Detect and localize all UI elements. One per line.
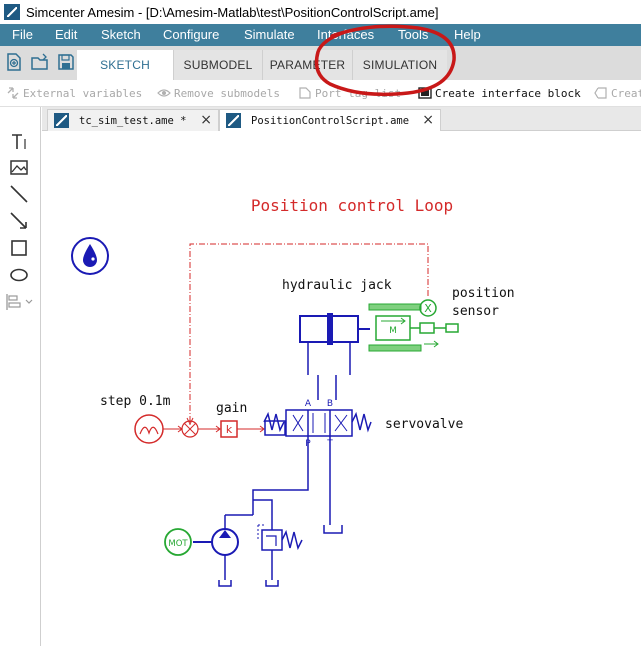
- port-b-label: B: [327, 399, 333, 409]
- menu-file[interactable]: File: [12, 27, 33, 42]
- gain-symbol: k: [226, 423, 233, 436]
- ribbon-tab-row: SKETCH SUBMODEL PARAMETER SIMULATION: [0, 46, 641, 80]
- tab-sketch[interactable]: SKETCH: [77, 50, 173, 80]
- menu-simulate[interactable]: Simulate: [244, 27, 295, 42]
- window-title: Simcenter Amesim - [D:\Amesim-Matlab\tes…: [26, 4, 439, 20]
- sketch-canvas[interactable]: Position control Loop hydraulic jack pos…: [42, 131, 641, 646]
- menu-sketch[interactable]: Sketch: [101, 27, 141, 42]
- arrow-tool-icon[interactable]: [8, 210, 30, 232]
- tab-submodel[interactable]: SUBMODEL: [173, 50, 262, 80]
- document-tab-position-control[interactable]: PositionControlScript.ame ×: [219, 109, 441, 131]
- create-label: Creat: [611, 86, 641, 100]
- position-sensor-label-line1: position: [452, 286, 515, 301]
- external-variables-label: External variables: [23, 86, 143, 100]
- hydraulic-fluid-properties-icon[interactable]: [71, 237, 109, 275]
- sensor-symbol: X: [424, 302, 432, 315]
- new-file-icon[interactable]: [5, 52, 23, 72]
- step-label: step 0.1m: [100, 394, 171, 409]
- align-tool-icon[interactable]: [4, 291, 34, 313]
- amesim-file-icon: [54, 113, 69, 128]
- close-tab-icon[interactable]: ×: [422, 112, 434, 128]
- rectangle-tool-icon[interactable]: [8, 237, 30, 259]
- text-tool-icon[interactable]: [8, 131, 30, 153]
- menu-help[interactable]: Help: [454, 27, 481, 42]
- open-folder-icon[interactable]: [31, 52, 49, 72]
- document-tab-tc-sim-test[interactable]: tc_sim_test.ame * ×: [47, 109, 219, 131]
- tab-simulation[interactable]: SIMULATION: [352, 50, 447, 80]
- summing-junction[interactable]: [181, 420, 221, 438]
- hydraulic-jack-label: hydraulic jack: [282, 278, 392, 293]
- create-command-truncated[interactable]: Creat: [594, 86, 641, 100]
- motor-label: MOT: [168, 539, 188, 549]
- sketch-title: Position control Loop: [251, 196, 453, 215]
- pressure-line: [252, 436, 309, 515]
- drawing-toolbar: [0, 107, 41, 646]
- save-icon[interactable]: [57, 52, 75, 72]
- position-sensor-label-line2: sensor: [452, 304, 499, 319]
- electric-motor[interactable]: MOT: [164, 528, 192, 556]
- menu-bar: File Edit Sketch Configure Simulate Inte…: [0, 24, 641, 46]
- port-tag-list-command[interactable]: Port tag list: [298, 86, 401, 100]
- interface-block-icon: [418, 87, 432, 99]
- pump[interactable]: [193, 514, 253, 587]
- line-tool-icon[interactable]: [8, 183, 30, 205]
- gain-block[interactable]: k: [220, 420, 265, 438]
- menu-tools[interactable]: Tools: [398, 27, 428, 42]
- port-tag-list-label: Port tag list: [315, 86, 402, 100]
- tab-parameter[interactable]: PARAMETER: [262, 50, 352, 80]
- mass-symbol: M: [389, 326, 397, 336]
- port-tag-icon: [299, 87, 311, 99]
- jack-valve-pipes: [317, 375, 337, 400]
- gain-label: gain: [216, 401, 247, 416]
- external-variables-icon: [7, 87, 19, 99]
- menu-configure[interactable]: Configure: [163, 27, 219, 42]
- create-icon: [594, 87, 607, 99]
- hydraulic-jack[interactable]: [299, 313, 370, 375]
- amesim-file-icon: [226, 113, 241, 128]
- ellipse-tool-icon[interactable]: [8, 264, 30, 286]
- remove-submodels-label: Remove submodels: [174, 86, 280, 100]
- tank-symbol: [323, 525, 343, 534]
- relief-valve[interactable]: [253, 499, 303, 587]
- remove-submodels-command[interactable]: Remove submodels: [157, 86, 280, 100]
- create-interface-block-label: Create interface block: [435, 86, 581, 100]
- command-bar: External variables Remove submodels Port…: [0, 80, 641, 107]
- menu-interfaces[interactable]: Interfaces: [317, 27, 374, 42]
- servovalve-label: servovalve: [385, 417, 463, 432]
- document-tab-label: tc_sim_test.ame *: [79, 114, 187, 127]
- title-bar: Simcenter Amesim - [D:\Amesim-Matlab\tes…: [0, 0, 641, 24]
- servovalve[interactable]: A B P T: [263, 399, 372, 449]
- amesim-logo-icon: [4, 4, 20, 20]
- document-tab-bar: tc_sim_test.ame * × PositionControlScrip…: [42, 107, 641, 131]
- menu-edit[interactable]: Edit: [55, 27, 77, 42]
- hydraulic-circuit-diagram: Position control Loop hydraulic jack pos…: [71, 196, 515, 587]
- create-interface-block-command[interactable]: Create interface block: [418, 86, 581, 100]
- remove-submodels-icon: [157, 89, 171, 97]
- close-tab-icon[interactable]: ×: [200, 112, 212, 128]
- document-tab-label: PositionControlScript.ame: [251, 114, 410, 127]
- step-source[interactable]: [134, 414, 183, 444]
- port-a-label: A: [305, 399, 312, 409]
- image-tool-icon[interactable]: [8, 157, 30, 179]
- external-variables-command[interactable]: External variables: [6, 86, 142, 100]
